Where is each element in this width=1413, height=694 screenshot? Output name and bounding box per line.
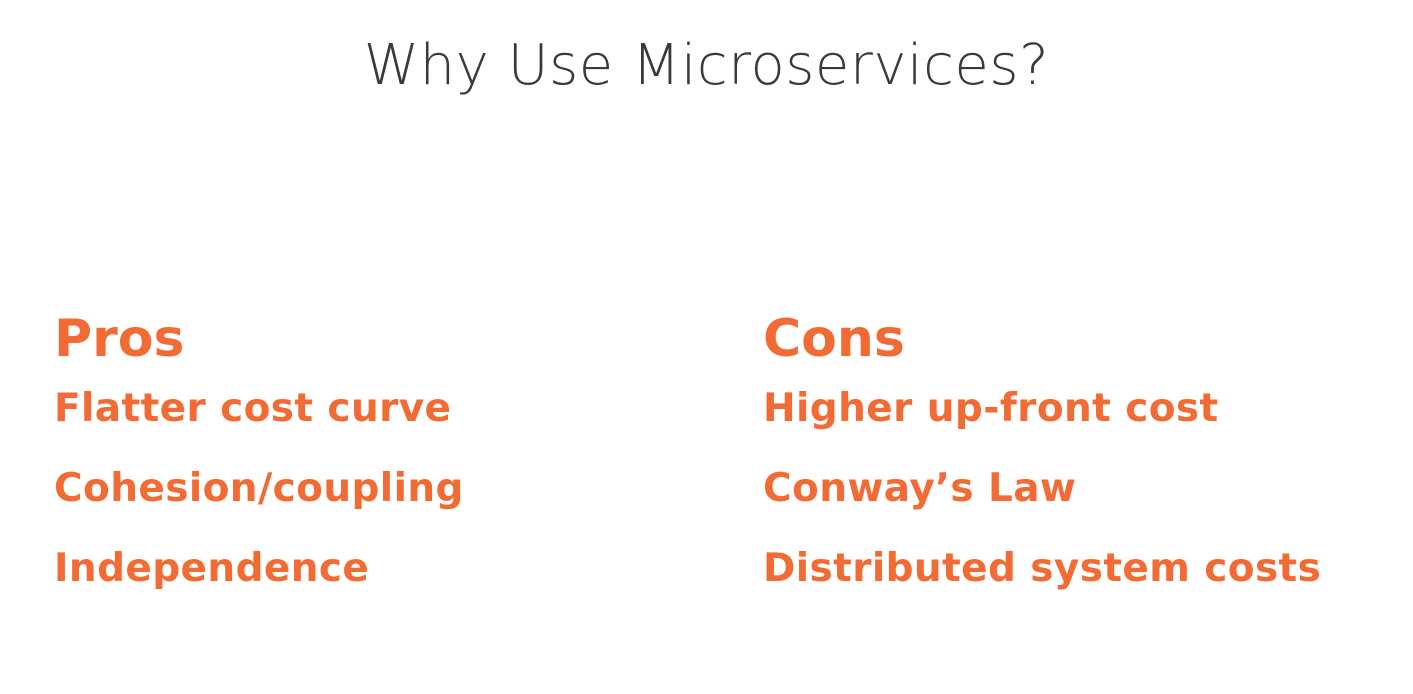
pros-heading: Pros: [54, 309, 185, 369]
cons-item-higher-up-front-cost: Higher up-front cost: [763, 386, 1219, 431]
pros-item-flatter-cost-curve: Flatter cost curve: [54, 386, 452, 431]
cons-item-conways-law: Conway’s Law: [763, 466, 1077, 511]
slide: Why Use Microservices? Pros Flatter cost…: [0, 0, 1413, 694]
cons-column: Cons Higher up-front cost Conway’s Law D…: [763, 306, 1321, 624]
pros-item-independence: Independence: [54, 546, 370, 591]
slide-title: Why Use Microservices?: [363, 33, 1050, 98]
pros-item-cohesion-coupling: Cohesion/coupling: [54, 466, 464, 511]
cons-heading: Cons: [763, 309, 905, 369]
cons-item-distributed-system-costs: Distributed system costs: [763, 546, 1322, 591]
pros-column: Pros Flatter cost curve Cohesion/couplin…: [54, 306, 464, 624]
